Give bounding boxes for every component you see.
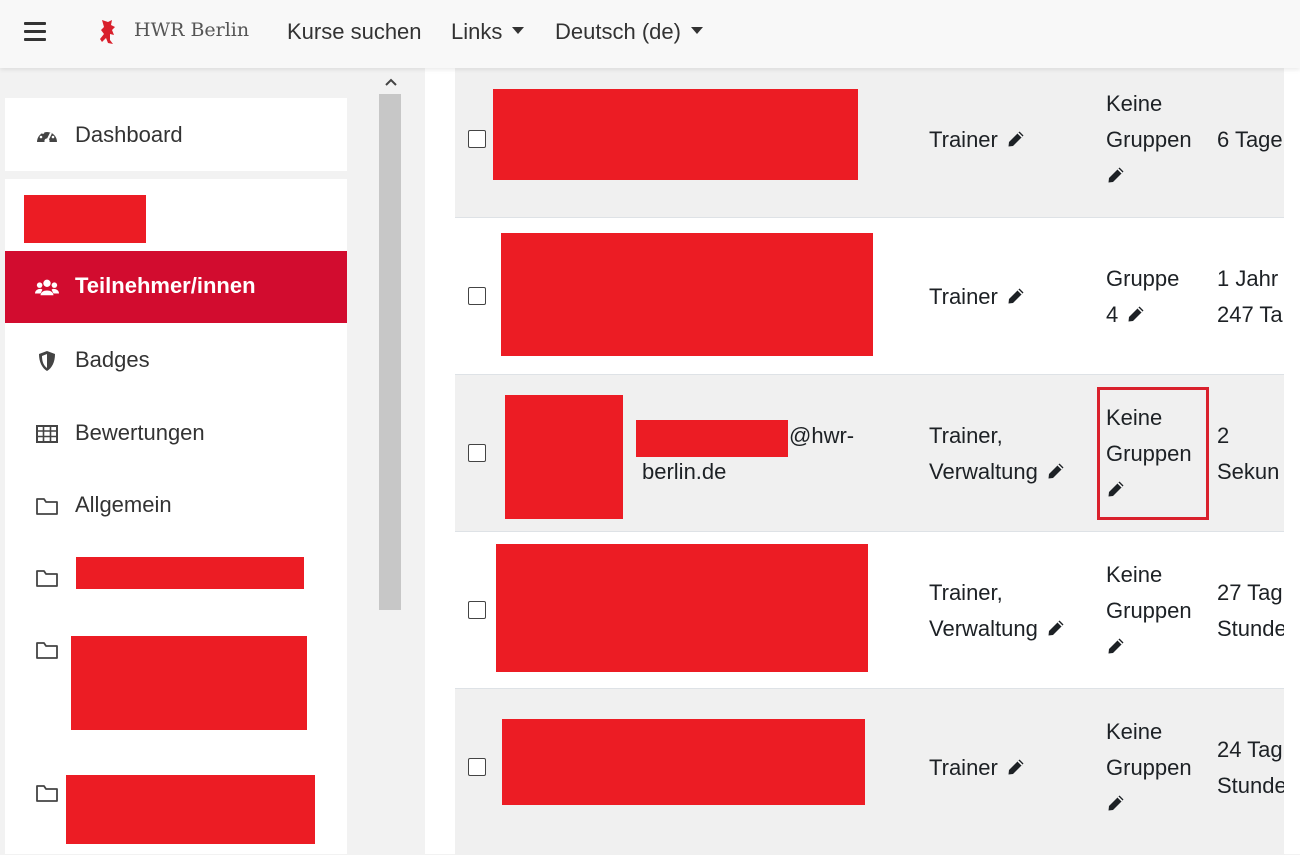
nav-link-label: Links — [451, 19, 503, 44]
folder-icon — [35, 782, 59, 804]
role-text: Trainer, — [929, 423, 1003, 448]
role-text: Trainer — [929, 127, 998, 152]
drawer-scrollbar-thumb[interactable] — [379, 94, 401, 610]
dashboard-icon — [37, 131, 57, 144]
pencil-icon[interactable] — [1006, 286, 1026, 306]
pencil-icon[interactable] — [1106, 793, 1126, 813]
redacted-section-name — [76, 557, 304, 589]
nav-link-label: Kurse suchen — [287, 19, 422, 44]
group-text: 4 — [1106, 302, 1119, 327]
redacted-course-name — [24, 195, 146, 243]
folder-icon — [35, 495, 59, 517]
redacted-section-name — [66, 775, 315, 844]
nav-link-kurse-suchen[interactable]: Kurse suchen — [287, 19, 422, 45]
highlight-box — [1097, 387, 1209, 520]
nav-drawer: Dashboard Teilnehmer/innen Badges Bewert… — [0, 68, 425, 854]
last-access-text: Sekun — [1217, 459, 1280, 484]
last-access-text: 1 Jahr — [1217, 266, 1279, 291]
drawer-item-dashboard[interactable]: Dashboard — [5, 100, 347, 172]
drawer-item-label: Teilnehmer/innen — [75, 273, 256, 298]
last-access-text: 247 Ta — [1217, 302, 1283, 327]
nav-dropdown-links[interactable]: Links — [451, 19, 525, 45]
drawer-item-label: Allgemein — [75, 492, 172, 517]
scroll-up-arrow-icon[interactable] — [383, 76, 399, 88]
group-text: Keine — [1106, 91, 1163, 116]
groups-cell: Keine Gruppen — [1106, 557, 1192, 665]
groups-cell: Keine Gruppen — [1106, 86, 1192, 194]
redacted-section-name — [71, 636, 307, 730]
hwr-bear-logo-icon[interactable] — [96, 18, 120, 46]
folder-icon — [35, 567, 59, 589]
group-text: Gruppen — [1106, 127, 1192, 152]
last-access-text: 24 Tag — [1217, 737, 1283, 762]
page-right-edge — [1284, 68, 1300, 854]
groups-cell: Keine Gruppen — [1106, 714, 1192, 822]
folder-icon — [35, 639, 59, 661]
role-text: Trainer — [929, 284, 998, 309]
brand-name[interactable]: HWR Berlin — [134, 19, 249, 41]
row-select-checkbox[interactable] — [468, 444, 486, 462]
last-access-text: 6 Tage — [1217, 127, 1283, 152]
row-select-checkbox[interactable] — [468, 130, 486, 148]
role-text: Verwaltung — [929, 459, 1038, 484]
roles-cell: Trainer — [929, 279, 1026, 315]
pencil-icon[interactable] — [1046, 618, 1066, 638]
redacted-email-name — [636, 420, 788, 457]
redacted-participant-name — [496, 544, 868, 672]
last-access-cell: 24 Tag Stunde — [1217, 732, 1287, 804]
caret-down-icon — [690, 26, 703, 34]
redacted-participant-name — [502, 719, 865, 805]
group-text: Gruppen — [1106, 755, 1192, 780]
pencil-icon[interactable] — [1006, 757, 1026, 777]
nav-dropdown-language[interactable]: Deutsch (de) — [555, 19, 703, 45]
role-text: Trainer, — [929, 580, 1003, 605]
roles-cell: Trainer, Verwaltung — [929, 575, 1066, 647]
redacted-participant-name — [501, 233, 873, 356]
last-access-cell: 6 Tage — [1217, 122, 1283, 158]
drawer-item-label: Bewertungen — [75, 420, 205, 445]
email-domain: berlin.de — [642, 459, 727, 484]
last-access-text: Stunde — [1217, 773, 1287, 798]
pencil-icon[interactable] — [1046, 461, 1066, 481]
drawer-item-participants[interactable]: Teilnehmer/innen — [5, 251, 347, 323]
nav-link-label: Deutsch (de) — [555, 19, 681, 44]
role-text: Verwaltung — [929, 616, 1038, 641]
drawer-item-label: Badges — [75, 347, 150, 372]
pencil-icon[interactable] — [1126, 304, 1146, 324]
row-select-checkbox[interactable] — [468, 601, 486, 619]
role-text: Trainer — [929, 755, 998, 780]
roles-cell: Trainer — [929, 122, 1026, 158]
row-select-checkbox[interactable] — [468, 758, 486, 776]
shield-icon — [39, 351, 55, 371]
table-icon — [36, 425, 58, 443]
last-access-text: 27 Tag — [1217, 580, 1283, 605]
drawer-item-general[interactable]: Allgemein — [5, 470, 347, 542]
roles-cell: Trainer — [929, 750, 1026, 786]
last-access-text: 2 — [1217, 423, 1230, 448]
pencil-icon[interactable] — [1006, 129, 1026, 149]
drawer-item-badges[interactable]: Badges — [5, 325, 347, 397]
last-access-text: Stunde — [1217, 616, 1287, 641]
pencil-icon[interactable] — [1106, 636, 1126, 656]
group-text: Gruppen — [1106, 598, 1192, 623]
menu-icon[interactable] — [24, 22, 46, 42]
row-select-checkbox[interactable] — [468, 287, 486, 305]
group-text: Keine — [1106, 562, 1163, 587]
last-access-cell: 27 Tag Stunde — [1217, 575, 1287, 647]
group-text: Gruppe — [1106, 266, 1180, 291]
group-text: Keine — [1106, 719, 1163, 744]
last-access-cell: 2 Sekun — [1217, 418, 1279, 490]
pencil-icon[interactable] — [1106, 165, 1126, 185]
drawer-item-label: Dashboard — [75, 122, 183, 147]
email-suffix: @hwr- — [789, 423, 855, 448]
users-icon — [35, 279, 59, 296]
redacted-avatar — [505, 395, 623, 519]
drawer-item-grades[interactable]: Bewertungen — [5, 398, 347, 470]
caret-down-icon — [512, 26, 525, 34]
groups-cell: Gruppe 4 — [1106, 261, 1179, 333]
roles-cell: Trainer, Verwaltung — [929, 418, 1066, 490]
top-navbar: HWR Berlin Kurse suchen Links Deutsch (d… — [0, 0, 1300, 68]
redacted-participant-name — [493, 89, 858, 180]
last-access-cell: 1 Jahr 247 Ta — [1217, 261, 1283, 333]
